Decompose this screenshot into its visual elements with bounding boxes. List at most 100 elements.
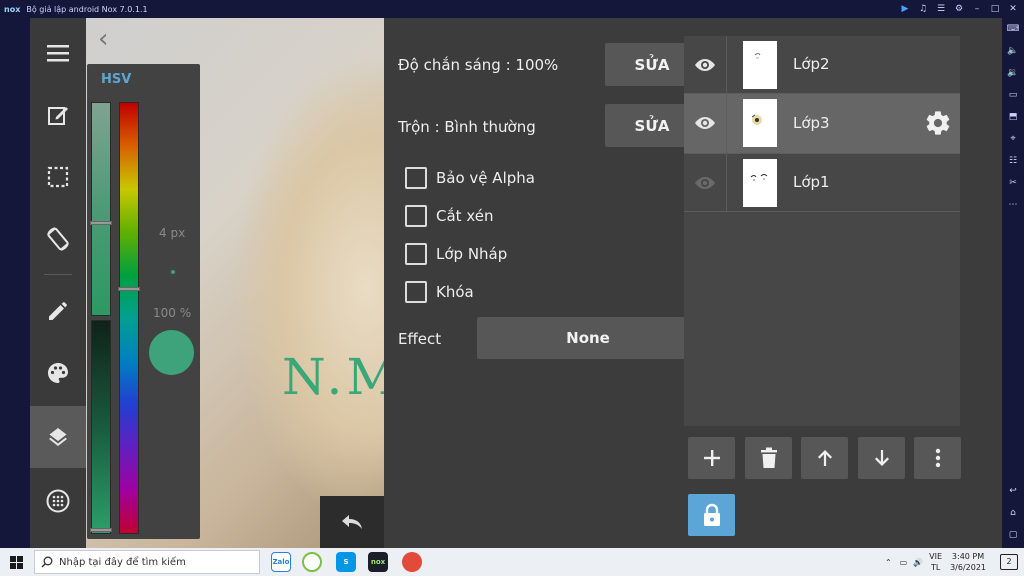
notification-center-icon[interactable]: 2 <box>1000 554 1018 570</box>
move-layer-down-button[interactable] <box>858 437 905 479</box>
chrome-app-icon[interactable] <box>402 552 422 572</box>
pencil-icon[interactable] <box>30 280 86 342</box>
edit-document-icon[interactable] <box>30 84 86 146</box>
notification-count: 2 <box>1006 557 1012 566</box>
lock-checkbox-row[interactable]: Khóa <box>405 281 474 303</box>
volume-down-icon[interactable]: 🔉 <box>1002 62 1024 84</box>
more-vertical-icon <box>935 448 940 468</box>
layer-name: Lớp3 <box>793 114 830 132</box>
arrow-up-icon <box>817 450 832 466</box>
recents-nav-icon[interactable]: ▢ <box>1002 524 1024 546</box>
saturation-slider-handle[interactable] <box>90 221 112 225</box>
hue-slider-handle[interactable] <box>118 287 140 291</box>
brush-size-preview <box>171 270 175 274</box>
saturation-slider[interactable] <box>91 102 111 316</box>
window-title: Bộ giả lập android Nox 7.0.1.1 <box>26 4 148 14</box>
undo-button[interactable] <box>320 496 384 548</box>
collapse-chevron-icon[interactable]: ‹ <box>98 24 108 54</box>
clock-date: 3/6/2021 <box>950 563 986 572</box>
hue-slider[interactable] <box>119 102 139 534</box>
layer-name: Lớp1 <box>793 173 830 191</box>
browser-app-icon[interactable] <box>302 552 322 572</box>
windows-start-button[interactable] <box>0 548 32 576</box>
layer-row[interactable]: Lớp1 <box>684 154 960 212</box>
emulator-left-border <box>0 18 30 548</box>
lock-icon <box>703 503 720 526</box>
nox-app-icon[interactable]: nox <box>368 552 388 572</box>
brush-opacity-label[interactable]: 100 % <box>153 306 191 320</box>
menu-icon[interactable]: ☰ <box>936 4 946 14</box>
layer-list: Lớp2 Lớp3 Lớp1 <box>684 36 960 426</box>
eye-icon[interactable] <box>692 111 718 135</box>
scissors-icon[interactable]: ✂ <box>1002 172 1024 194</box>
layer-row-selected[interactable]: Lớp3 <box>684 94 960 154</box>
brush-size-label[interactable]: 4 px <box>159 226 185 240</box>
selection-icon[interactable] <box>30 146 86 208</box>
alpha-protect-label: Bảo vệ Alpha <box>436 169 535 187</box>
draft-layer-label: Lớp Nháp <box>436 245 508 263</box>
keyboard-icon[interactable]: ⌨ <box>1002 18 1024 40</box>
close-icon[interactable]: ✕ <box>1008 4 1018 14</box>
back-nav-icon[interactable]: ↩ <box>1002 480 1024 502</box>
material-icon[interactable] <box>30 470 86 532</box>
eye-hidden-icon[interactable] <box>692 171 718 195</box>
clipping-checkbox-row[interactable]: Cắt xén <box>405 205 493 227</box>
network-icon[interactable]: ▭ <box>900 558 908 567</box>
layer-row[interactable]: Lớp2 <box>684 36 960 94</box>
layer-thumbnail <box>743 159 777 207</box>
draft-layer-checkbox-row[interactable]: Lớp Nháp <box>405 243 507 265</box>
draft-layer-checkbox[interactable] <box>405 243 427 265</box>
android-screen: N.M ‹ HSV 4 px 100 % Độ chắn sáng: 100%… <box>30 18 1002 548</box>
alpha-protect-checkbox[interactable] <box>405 167 427 189</box>
add-layer-button[interactable] <box>688 437 735 479</box>
taskbar-search-box[interactable]: Nhập tại đây để tìm kiếm <box>34 550 260 574</box>
hamburger-menu-icon[interactable] <box>30 22 86 84</box>
location-icon[interactable]: ⌖ <box>1002 128 1024 150</box>
home-nav-icon[interactable]: ⌂ <box>1002 502 1024 524</box>
current-color-swatch[interactable] <box>149 330 194 375</box>
taskbar-clock[interactable]: 3:40 PM 3/6/2021 <box>950 551 986 573</box>
apk-icon[interactable]: ⬒ <box>1002 106 1024 128</box>
color-panel: HSV 4 px 100 % <box>87 64 200 539</box>
effect-select-button[interactable]: None <box>477 317 699 359</box>
move-layer-up-button[interactable] <box>801 437 848 479</box>
value-slider-handle[interactable] <box>90 528 112 532</box>
hsv-mode-label[interactable]: HSV <box>101 72 131 87</box>
layer-more-button[interactable] <box>914 437 961 479</box>
layers-icon[interactable] <box>30 406 86 468</box>
lock-label: Khóa <box>436 283 474 301</box>
undo-icon <box>342 515 362 529</box>
volume-up-icon[interactable]: 🔈 <box>1002 40 1024 62</box>
opacity-label: Độ chắn sáng : 100% <box>398 56 559 74</box>
search-placeholder: Nhập tại đây để tìm kiếm <box>59 556 186 568</box>
headset-icon[interactable]: ♫ <box>918 4 928 14</box>
gear-icon[interactable] <box>924 109 952 137</box>
multi-instance-icon[interactable]: ☷ <box>1002 150 1024 172</box>
value-slider[interactable] <box>91 320 111 534</box>
layer-thumbnail <box>743 41 777 89</box>
zalo-app-icon[interactable]: Zalo <box>271 552 291 572</box>
settings-icon[interactable]: ⚙ <box>954 4 964 14</box>
show-hidden-icons-icon[interactable]: ⌃ <box>885 558 892 567</box>
maximize-icon[interactable]: □ <box>990 4 1000 14</box>
more-icon[interactable]: ⋯ <box>1002 194 1024 216</box>
rotate-screen-icon[interactable] <box>30 208 86 270</box>
minimize-icon[interactable]: – <box>972 4 982 14</box>
palette-icon[interactable] <box>30 342 86 404</box>
system-tray: ⌃ ▭ 🔊 VIE TL 3:40 PM 3/6/2021 2 <box>885 548 1024 576</box>
delete-layer-button[interactable] <box>745 437 792 479</box>
volume-icon[interactable]: 🔊 <box>913 558 923 567</box>
eye-icon[interactable] <box>692 53 718 77</box>
lock-checkbox[interactable] <box>405 281 427 303</box>
lock-layer-button[interactable] <box>688 494 735 536</box>
input-language[interactable]: VIE TL <box>929 551 942 573</box>
alpha-protect-checkbox-row[interactable]: Bảo vệ Alpha <box>405 167 535 189</box>
layer-thumbnail <box>743 99 777 147</box>
screen-icon[interactable]: ▭ <box>1002 84 1024 106</box>
windows-taskbar: Nhập tại đây để tìm kiếm Zalo S nox ⌃ ▭ … <box>0 548 1024 576</box>
clock-time: 3:40 PM <box>951 552 985 561</box>
clipping-checkbox[interactable] <box>405 205 427 227</box>
plus-icon <box>703 450 720 466</box>
play-icon[interactable]: ▶ <box>900 4 910 14</box>
skype-app-icon[interactable]: S <box>336 552 356 572</box>
